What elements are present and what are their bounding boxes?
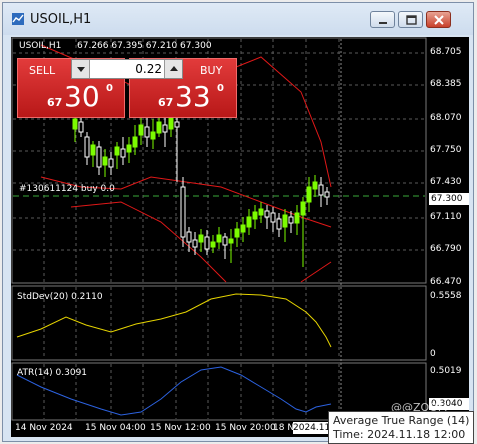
time-label: 14 Nov 2024 [15,423,73,433]
candle-body [168,116,174,130]
candle-body [78,121,84,133]
candle-body [270,212,276,223]
candle-body [84,136,90,158]
stddev-axis-min: 0 [430,349,436,359]
close-button[interactable] [426,11,451,28]
price-label: 66.470 [430,277,462,287]
minimize-icon [379,22,387,24]
window-titlebar[interactable]: USOIL,H1 [3,3,473,35]
price-label: 68.070 [430,113,462,123]
stddev-axis-max: 0.5558 [430,291,462,301]
candle-body [276,218,282,230]
price-label: 68.705 [430,47,462,57]
restore-button[interactable] [398,11,423,28]
price-label: 67.750 [430,145,462,155]
candle-body [288,216,294,224]
restore-icon [406,15,417,25]
candle-body [324,191,330,198]
triangle-down-icon [77,67,85,72]
time-label: 15 Nov 12:00 [150,423,211,433]
current-price-tag: 67.300 [429,193,469,205]
candle-body [138,124,144,136]
candle-body [312,181,318,190]
candle-body [198,234,204,243]
candle-body [210,241,216,248]
candle-body [180,186,186,238]
candle-body [246,216,252,228]
indicator-tooltip: Average True Range (14) Time: 2024.11.18… [328,411,474,444]
candle-body [216,234,222,243]
chart-ohlc-label: 67.266 67.395 67.210 67.300 [77,41,212,51]
candle-body [240,224,246,233]
candle-body [174,121,180,128]
candle-body [102,156,108,166]
buy-label: BUY [200,64,223,77]
candle-body [132,136,138,148]
one-click-trading-panel: SELL 67 30 0 BUY 67 33 0 [17,58,237,118]
candle-body [186,231,192,243]
candle-body [318,184,324,196]
candle-body [258,208,264,216]
triangle-up-icon [170,66,178,71]
atr-indicator-label: ATR(14) 0.3091 [17,368,88,378]
sell-price-fraction: 0 [106,83,113,94]
candle-body [72,118,78,130]
candle-body [192,239,198,248]
chart-window: USOIL,H1 USOIL,H1 67.266 67.395 67.210 6… [2,2,474,442]
chart-symbol-label: USOIL,H1 [19,41,62,51]
candle-body [144,126,150,138]
candle-body [300,201,306,216]
position-label: #130611124 buy 0.0 [19,184,115,194]
candle-body [96,146,102,168]
candle-body [126,144,132,153]
close-icon [434,15,444,25]
candle-body [294,212,300,224]
price-label: 66.790 [430,244,462,254]
candle-body [204,236,210,250]
tooltip-time: Time: 2024.11.18 12:00 [333,428,466,441]
time-label: 15 Nov 20:00 [215,423,276,433]
candle-body [264,210,270,218]
buy-price-fraction: 0 [217,83,224,94]
candle-body [108,158,114,168]
lot-size-input[interactable] [92,60,162,78]
lot-size-control [71,59,183,79]
chart-area[interactable]: USOIL,H1 67.266 67.395 67.210 67.300 #13… [11,37,469,437]
time-label: 18 N [273,423,295,433]
candle-body [150,131,156,140]
lot-increase-button[interactable] [164,60,182,78]
candle-body [282,214,288,228]
sell-price-prefix: 67 [47,96,63,109]
candle-body [120,148,126,158]
buy-price-prefix: 67 [158,96,174,109]
candle-body [252,211,258,220]
candle-body [228,238,234,244]
candle-body [222,236,228,246]
lower-band-line-b [300,261,332,283]
sell-label: SELL [29,64,56,77]
price-label: 67.430 [430,177,462,187]
atr-axis-max: 0.5019 [430,366,462,376]
stddev-indicator-label: StdDev(20) 0.2110 [17,292,103,302]
sell-price-pips: 30 [64,80,100,113]
candle-body [114,146,120,156]
price-label: 68.385 [430,79,462,89]
lot-decrease-button[interactable] [72,60,90,78]
candle-body [306,186,312,203]
buy-price-pips: 33 [175,80,211,113]
chart-app-icon [12,13,24,25]
minimize-button[interactable] [370,11,395,28]
time-cursor-label: 2024.11.18 12:00 [293,422,333,434]
time-label: 15 Nov 04:00 [85,423,146,433]
tooltip-title: Average True Range (14) [333,414,470,427]
candle-body [156,121,162,134]
candle-body [90,144,96,156]
price-label: 67.110 [430,212,462,222]
candle-body [234,228,240,238]
candle-body [162,124,168,133]
window-title: USOIL,H1 [30,12,92,27]
